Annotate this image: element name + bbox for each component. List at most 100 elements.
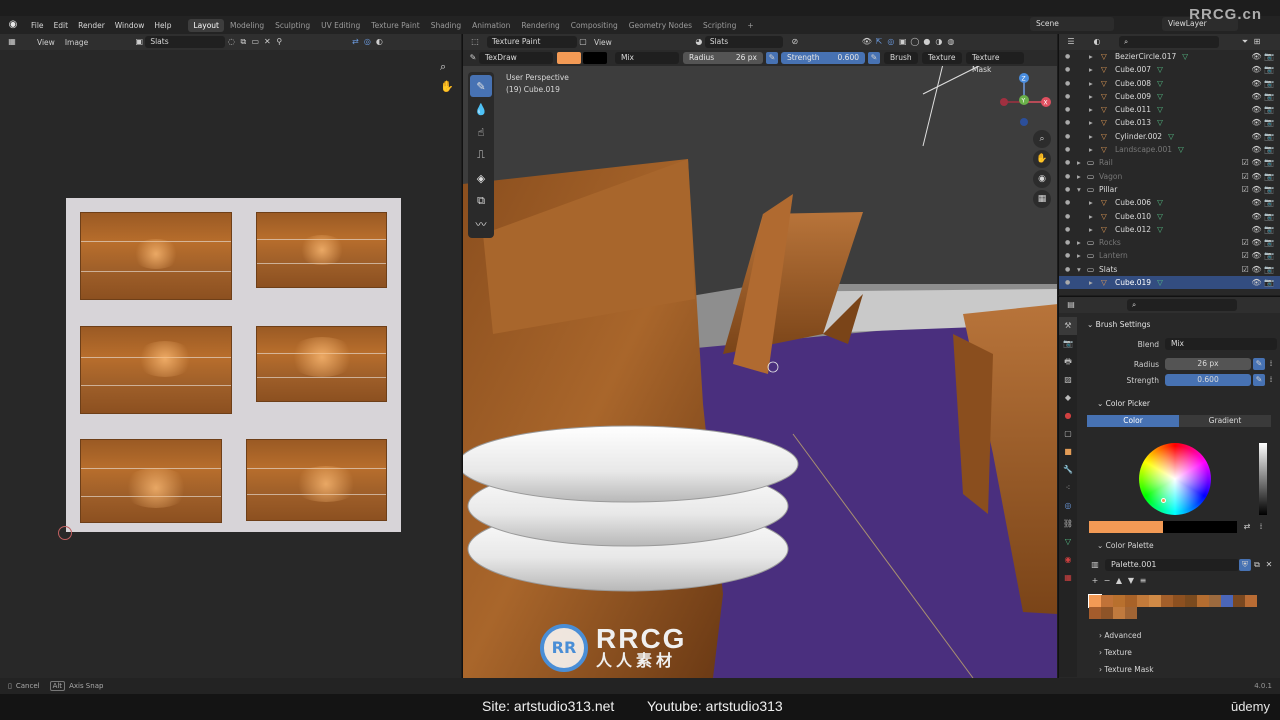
wireframe-shading-icon[interactable]: ◯ — [909, 36, 921, 48]
expand-arrow-icon[interactable]: ▸ — [1077, 156, 1081, 169]
expand-arrow-icon[interactable]: ▸ — [1077, 170, 1081, 183]
visibility-toggles[interactable]: ☑ 👁 📷 — [1242, 170, 1274, 183]
smear-tool-icon[interactable]: ☝ — [470, 121, 492, 143]
blend-mode-select[interactable]: Mix — [615, 52, 679, 64]
brush-icon[interactable]: ✎ — [467, 52, 479, 64]
constraints-tab-icon[interactable]: ⛓ — [1059, 515, 1077, 533]
gizmo-toggle-icon[interactable]: ⇱ — [873, 36, 885, 48]
outliner-object-row[interactable]: ● ▸ ▽ Cylinder.002 ▽ 👁 📷 — [1059, 130, 1280, 143]
soften-tool-icon[interactable]: 💧 — [470, 98, 492, 120]
output-tab-icon[interactable]: 🖶 — [1059, 353, 1077, 371]
outliner-object-row[interactable]: ● ▸ ▽ Cube.008 ▽ 👁 📷 — [1059, 77, 1280, 90]
visibility-toggles[interactable]: 👁 📷 — [1251, 77, 1274, 90]
visibility-toggles[interactable]: ☑ 👁 📷 — [1242, 236, 1274, 249]
camera-icon[interactable]: ◉ — [1033, 170, 1051, 188]
outliner-object-row[interactable]: ● ▸ ▽ Cube.007 ▽ 👁 📷 — [1059, 63, 1280, 76]
strength-pressure-icon[interactable]: ✎ — [868, 52, 880, 64]
object-tab-icon[interactable]: ■ — [1059, 443, 1077, 461]
radius-pressure-icon[interactable]: ✎ — [766, 52, 778, 64]
palette-color-swatch[interactable] — [1185, 595, 1197, 607]
eyedropper-icon[interactable]: ⁞ — [1255, 521, 1267, 533]
tab-modeling[interactable]: Modeling — [225, 19, 269, 32]
unlink-image-icon[interactable]: ✕ — [261, 36, 273, 48]
swap-colors-icon[interactable]: ⇄ — [1241, 521, 1253, 533]
material-shading-icon[interactable]: ◑ — [933, 36, 945, 48]
strength-field[interactable]: 0.600 — [1165, 374, 1251, 386]
overlay-toggle-icon[interactable]: ◎ — [885, 36, 897, 48]
tool-tab-icon[interactable]: ⚒ — [1059, 317, 1077, 335]
pan-hand-icon[interactable]: ✋ — [1033, 150, 1051, 168]
radius-unit-icon[interactable]: ⁞ — [1265, 358, 1277, 370]
palette-color-swatch[interactable] — [1113, 595, 1125, 607]
move-down-icon[interactable]: ▼ — [1125, 575, 1137, 587]
tab-compositing[interactable]: Compositing — [566, 19, 623, 32]
palette-color-swatch[interactable] — [1161, 595, 1173, 607]
palette-name-field[interactable]: Palette.001 — [1105, 559, 1239, 571]
expand-arrow-icon[interactable]: ▸ — [1089, 63, 1093, 76]
tab-sculpting[interactable]: Sculpting — [270, 19, 315, 32]
visibility-toggles[interactable]: 👁 📷 — [1251, 116, 1274, 129]
xray-icon[interactable]: ▣ — [897, 36, 909, 48]
scene-selector[interactable]: Scene — [1030, 17, 1114, 31]
texture-menu[interactable]: Texture — [922, 52, 962, 64]
fake-user-icon[interactable]: ◌ — [225, 36, 237, 48]
palette-color-swatch[interactable] — [1125, 595, 1137, 607]
visibility-toggles[interactable]: 👁 📷 — [1251, 210, 1274, 223]
texture-slot-field[interactable]: Slats — [704, 36, 783, 48]
menu-help[interactable]: Help — [149, 21, 176, 30]
image-editor-view-menu[interactable]: View — [32, 38, 60, 47]
zoom-icon[interactable]: ⌕ — [440, 60, 446, 74]
filter-icon[interactable]: ⏷ — [1239, 36, 1251, 48]
outliner-collection-row[interactable]: ● ▸ ▭ Rocks ☑ 👁 📷 — [1059, 236, 1280, 249]
outliner-object-row[interactable]: ● ▸ ▽ Cube.012 ▽ 👁 📷 — [1059, 223, 1280, 236]
expand-arrow-icon[interactable]: ▸ — [1077, 236, 1081, 249]
new-image-icon[interactable]: ⧉ — [237, 36, 249, 48]
tab-animation[interactable]: Animation — [467, 19, 515, 32]
texture-mask-menu[interactable]: Texture Mask — [966, 52, 1024, 74]
radius-pressure-icon[interactable]: ✎ — [1253, 358, 1265, 370]
mode-selector[interactable]: Texture Paint — [487, 36, 577, 48]
palette-color-swatch[interactable] — [1088, 594, 1102, 608]
expand-arrow-icon[interactable]: ▾ — [1077, 263, 1081, 276]
strength-pressure-icon[interactable]: ✎ — [1253, 374, 1265, 386]
blender-logo-icon[interactable]: ◉ — [6, 18, 20, 32]
display-mode-icon[interactable]: ◐ — [1091, 36, 1103, 48]
expand-arrow-icon[interactable]: ▸ — [1089, 210, 1093, 223]
duplicate-palette-icon[interactable]: ⧉ — [1251, 559, 1263, 571]
color-wheel-cursor[interactable] — [1161, 498, 1166, 503]
scene-tab-icon[interactable]: ◆ — [1059, 389, 1077, 407]
fake-user-shield-icon[interactable]: ⛨ — [1239, 559, 1251, 571]
new-collection-icon[interactable]: ⊞ — [1251, 36, 1263, 48]
tab-rendering[interactable]: Rendering — [516, 19, 564, 32]
color-picker-panel[interactable]: ⌄ Color Picker — [1081, 396, 1277, 412]
expand-arrow-icon[interactable]: ▸ — [1089, 143, 1093, 156]
radius-field[interactable]: 26 px — [1165, 358, 1251, 370]
palette-color-swatch[interactable] — [1233, 595, 1245, 607]
visibility-toggles[interactable]: 👁 📷 — [1251, 130, 1274, 143]
palette-browse-icon[interactable]: ▥ — [1089, 559, 1101, 571]
visibility-toggles[interactable]: ☑ 👁 📷 — [1242, 183, 1274, 196]
properties-search-input[interactable]: ⌕ — [1127, 299, 1237, 311]
add-workspace-button[interactable]: + — [742, 19, 758, 32]
expand-arrow-icon[interactable]: ▾ — [1077, 183, 1081, 196]
add-color-icon[interactable]: + — [1089, 575, 1101, 587]
viewport-view-menu[interactable]: View — [589, 38, 617, 47]
expand-arrow-icon[interactable]: ▸ — [1089, 50, 1093, 63]
visibility-toggles[interactable]: 👁 📷 — [1251, 63, 1274, 76]
expand-arrow-icon[interactable]: ▸ — [1077, 249, 1081, 262]
outliner-object-row[interactable]: ● ▸ ▽ Cube.006 ▽ 👁 📷 — [1059, 196, 1280, 209]
tab-color[interactable]: Color — [1087, 415, 1179, 427]
tab-layout[interactable]: Layout — [188, 18, 224, 32]
3d-viewport[interactable]: ⬚ Texture Paint ▢ View ◕ Slats ⊘ 👁 ⇱ ◎ ▣… — [462, 34, 1057, 678]
editor-type-icon[interactable]: ▦ — [6, 36, 18, 48]
visibility-toggles[interactable]: 👁 📷 — [1251, 196, 1274, 209]
pan-hand-icon[interactable]: ✋ — [440, 80, 454, 93]
strength-unit-icon[interactable]: ⁞ — [1265, 374, 1277, 386]
mask-tool-icon[interactable]: ⧉ — [470, 190, 492, 212]
palette-color-swatch[interactable] — [1089, 607, 1101, 619]
navigation-gizmo[interactable]: Z X Y — [995, 72, 1055, 132]
menu-file[interactable]: File — [26, 21, 49, 30]
expand-arrow-icon[interactable]: ▸ — [1089, 90, 1093, 103]
uv-sync-icon[interactable]: ⇄ — [349, 36, 361, 48]
visibility-toggles[interactable]: 👁 📷 — [1251, 276, 1274, 289]
